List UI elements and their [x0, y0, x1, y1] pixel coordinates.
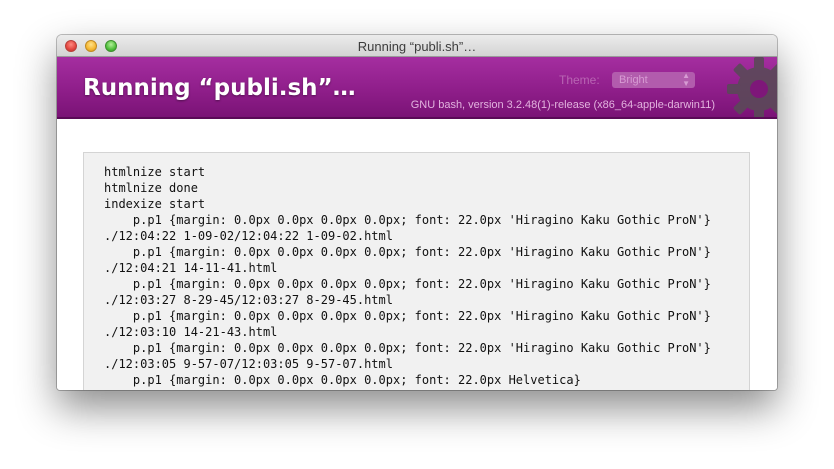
gear-icon — [727, 57, 777, 117]
output-line: ./12:04:22 1-09-02/12:04:22 1-09-02.html — [104, 229, 393, 243]
output-line: p.p1 {margin: 0.0px 0.0px 0.0px 0.0px; f… — [104, 341, 711, 355]
output-line: p.p1 {margin: 0.0px 0.0px 0.0px 0.0px; f… — [104, 245, 711, 259]
terminal-output[interactable]: htmlnize start htmlnize done indexize st… — [83, 152, 750, 390]
title-bar[interactable]: Running “publi.sh”… — [57, 35, 777, 57]
app-window: Running “publi.sh”… Running “publi.sh”… … — [57, 35, 777, 390]
output-line: p.p1 {margin: 0.0px 0.0px 0.0px 0.0px; f… — [104, 373, 581, 387]
theme-label: Theme: — [559, 73, 600, 87]
header-banner: Running “publi.sh”… Theme: Bright ▲ ▼ GNU… — [57, 57, 777, 119]
theme-select-value: Bright — [619, 74, 648, 86]
output-line: ./12:04:21 14-11-41.html — [104, 261, 278, 275]
output-line: htmlnize done — [104, 181, 198, 195]
output-line: ./12:03:10 14-21-43.html — [104, 325, 278, 339]
theme-select[interactable]: Bright ▲ ▼ — [612, 72, 695, 88]
select-arrows-icon: ▲ ▼ — [682, 71, 690, 88]
main-content: htmlnize start htmlnize done indexize st… — [57, 119, 777, 390]
output-line: ./12:03:05 9-57-07/12:03:05 9-57-07.html — [104, 357, 393, 371]
window-title: Running “publi.sh”… — [357, 39, 477, 54]
bash-version-text: GNU bash, version 3.2.48(1)-release (x86… — [410, 99, 715, 111]
page-title: Running “publi.sh”… — [83, 75, 356, 101]
output-line: p.p1 {margin: 0.0px 0.0px 0.0px 0.0px; f… — [104, 277, 711, 291]
output-line: p.p1 {margin: 0.0px 0.0px 0.0px 0.0px; f… — [104, 309, 711, 323]
output-line: htmlnize start — [104, 165, 206, 179]
output-line: ./12:03:27 8-29-45/12:03:27 8-29-45.html — [104, 293, 393, 307]
output-line: p.p1 {margin: 0.0px 0.0px 0.0px 0.0px; f… — [104, 213, 711, 227]
output-line: indexize start — [104, 197, 206, 211]
